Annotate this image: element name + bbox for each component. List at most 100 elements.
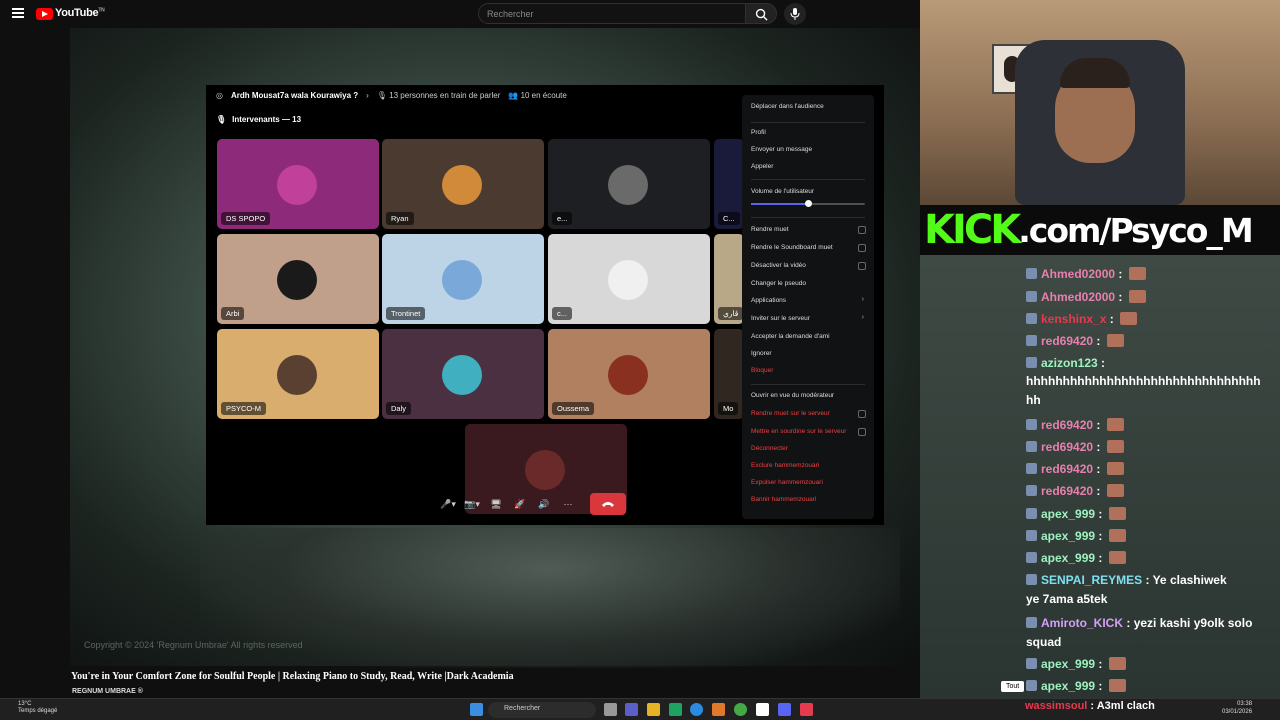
screen-share-button[interactable]: 🖥 bbox=[484, 493, 508, 515]
chat-message: azizon123 : bbox=[1026, 356, 1105, 370]
speaker-name-label: DS SPOPO bbox=[221, 212, 271, 225]
youtube-search-input[interactable]: Rechercher bbox=[478, 3, 746, 24]
chat-username[interactable]: red69420 bbox=[1041, 484, 1093, 498]
menu-timeout-user[interactable]: Exclure hammemzouari bbox=[751, 462, 819, 469]
menu-ignore[interactable]: Ignorer bbox=[751, 350, 772, 357]
menu-server-mute[interactable]: Rendre muet sur le serveur bbox=[751, 410, 830, 417]
kick-url: .com/Psyco_M bbox=[1018, 210, 1254, 250]
soundboard-button[interactable]: 🔊 bbox=[532, 493, 556, 515]
chrome-icon[interactable] bbox=[734, 703, 747, 716]
youtube-logo-text[interactable]: YouTubeTN bbox=[55, 7, 105, 19]
server-mute-checkbox[interactable] bbox=[858, 410, 866, 418]
chat-username[interactable]: red69420 bbox=[1041, 462, 1093, 476]
menu-applications[interactable]: Applications bbox=[751, 297, 786, 304]
speaker-tile[interactable]: C... bbox=[714, 139, 744, 229]
edge-icon[interactable] bbox=[690, 703, 703, 716]
speaker-tile[interactable]: c... bbox=[548, 234, 710, 324]
filter-chip-all[interactable]: Tout bbox=[1001, 681, 1025, 692]
chat-message: apex_999 : bbox=[1026, 551, 1126, 565]
chat-username[interactable]: apex_999 bbox=[1041, 507, 1095, 521]
taskbar-search[interactable]: Rechercher bbox=[488, 702, 596, 718]
chat-emote-icon bbox=[1108, 529, 1126, 542]
avatar bbox=[442, 260, 482, 300]
chat-username[interactable]: Ahmed02000 bbox=[1041, 290, 1115, 304]
app-icon[interactable] bbox=[712, 703, 725, 716]
chat-username[interactable]: red69420 bbox=[1041, 334, 1093, 348]
menu-accept-friend[interactable]: Accepter la demande d'ami bbox=[751, 333, 830, 340]
windows-start-icon[interactable] bbox=[470, 703, 483, 716]
menu-disable-video[interactable]: Désactiver la vidéo bbox=[751, 262, 806, 269]
menu-moderator-view[interactable]: Ouvrir en vue du modérateur bbox=[751, 392, 834, 399]
menu-disconnect[interactable]: Déconnecter bbox=[751, 445, 788, 452]
chat-username[interactable]: Amiroto_KICK bbox=[1041, 616, 1123, 630]
speaker-tile[interactable]: Arbi bbox=[217, 234, 379, 324]
speaker-tile[interactable]: e... bbox=[548, 139, 710, 229]
voice-search-button[interactable] bbox=[784, 3, 806, 25]
mute-soundboard-checkbox[interactable] bbox=[858, 244, 866, 252]
camera-toggle-button[interactable]: 📷▾ bbox=[460, 493, 484, 515]
hamburger-menu-icon[interactable] bbox=[12, 8, 24, 18]
app-icon[interactable] bbox=[800, 703, 813, 716]
menu-block[interactable]: Bloquer bbox=[751, 367, 773, 374]
chat-message: apex_999 : bbox=[1026, 657, 1126, 671]
speaker-tile[interactable]: Oussema bbox=[548, 329, 710, 419]
speaker-tile[interactable]: Ryan bbox=[382, 139, 544, 229]
obs-icon[interactable] bbox=[756, 703, 769, 716]
chat-badge-icon bbox=[1026, 574, 1037, 585]
video-copyright-text: Copyright © 2024 'Regnum Umbrae' All rig… bbox=[84, 640, 303, 650]
more-options-button[interactable]: ⋯ bbox=[556, 493, 580, 515]
xbox-icon[interactable] bbox=[669, 703, 682, 716]
file-explorer-icon[interactable] bbox=[647, 703, 660, 716]
search-button[interactable] bbox=[745, 3, 777, 24]
taskbar-clock[interactable]: 03:38 03/01/2026 bbox=[1222, 701, 1252, 717]
menu-send-message[interactable]: Envoyer un message bbox=[751, 146, 812, 153]
menu-kick-user[interactable]: Expulser hammemzouari bbox=[751, 479, 823, 486]
disconnect-call-button[interactable] bbox=[590, 493, 626, 515]
disable-video-checkbox[interactable] bbox=[858, 262, 866, 270]
menu-profile[interactable]: Profil bbox=[751, 129, 766, 136]
chat-emote-icon bbox=[1120, 312, 1138, 325]
task-view-icon[interactable] bbox=[604, 703, 617, 716]
speaker-tile[interactable]: Mo bbox=[714, 329, 744, 419]
mic-toggle-button[interactable]: 🎤▾ bbox=[436, 493, 460, 515]
chat-username[interactable]: apex_999 bbox=[1041, 679, 1095, 693]
server-deafen-checkbox[interactable] bbox=[858, 428, 866, 436]
chat-username[interactable]: apex_999 bbox=[1041, 657, 1095, 671]
chevron-right-icon: › bbox=[366, 91, 369, 100]
speaker-name-label: c... bbox=[552, 307, 573, 320]
speaker-tile[interactable]: Daly bbox=[382, 329, 544, 419]
chat-username[interactable]: Ahmed02000 bbox=[1041, 267, 1115, 281]
chat-badge-icon bbox=[1026, 552, 1037, 563]
video-title[interactable]: You're in Your Comfort Zone for Soulful … bbox=[71, 671, 514, 682]
chat-emote-icon bbox=[1106, 418, 1124, 431]
mute-checkbox[interactable] bbox=[858, 226, 866, 234]
channel-name[interactable]: REGNUM UMBRAE ® bbox=[72, 688, 143, 695]
chat-username[interactable]: SENPAI_REYMES bbox=[1041, 573, 1142, 587]
chat-username[interactable]: kenshinx_x bbox=[1041, 312, 1106, 326]
menu-call[interactable]: Appeler bbox=[751, 163, 773, 170]
speaker-tile[interactable]: ڤاري bbox=[714, 234, 744, 324]
menu-mute-soundboard[interactable]: Rendre le Soundboard muet bbox=[751, 244, 833, 251]
chat-username[interactable]: azizon123 bbox=[1041, 356, 1098, 370]
menu-server-deafen[interactable]: Mettre en sourdine sur le serveur bbox=[751, 428, 846, 435]
menu-change-nickname[interactable]: Changer le pseudo bbox=[751, 280, 806, 287]
weather-widget[interactable]: 13°C Temps dégagé bbox=[18, 701, 57, 715]
chat-username[interactable]: red69420 bbox=[1041, 440, 1093, 454]
activity-button[interactable]: 🚀 bbox=[508, 493, 532, 515]
volume-slider-handle[interactable] bbox=[805, 200, 812, 207]
teams-icon[interactable] bbox=[625, 703, 638, 716]
chat-message-text: yezi kashi y9olk solo bbox=[1133, 616, 1253, 630]
chat-username[interactable]: apex_999 bbox=[1041, 529, 1095, 543]
speaker-tile[interactable]: PSYCO-M bbox=[217, 329, 379, 419]
speaker-tile[interactable]: Trontinet bbox=[382, 234, 544, 324]
speaker-tile[interactable]: DS SPOPO bbox=[217, 139, 379, 229]
chat-username[interactable]: red69420 bbox=[1041, 418, 1093, 432]
chat-username[interactable]: apex_999 bbox=[1041, 551, 1095, 565]
menu-move-audience[interactable]: Déplacer dans l'audience bbox=[751, 103, 824, 110]
menu-ban-user[interactable]: Bannir hammemzouari bbox=[751, 496, 816, 503]
discord-icon[interactable] bbox=[778, 703, 791, 716]
menu-invite-server[interactable]: Inviter sur le serveur bbox=[751, 315, 810, 322]
menu-mute[interactable]: Rendre muet bbox=[751, 226, 789, 233]
youtube-logo-icon[interactable] bbox=[36, 8, 53, 20]
chat-badge-icon bbox=[1026, 419, 1037, 430]
